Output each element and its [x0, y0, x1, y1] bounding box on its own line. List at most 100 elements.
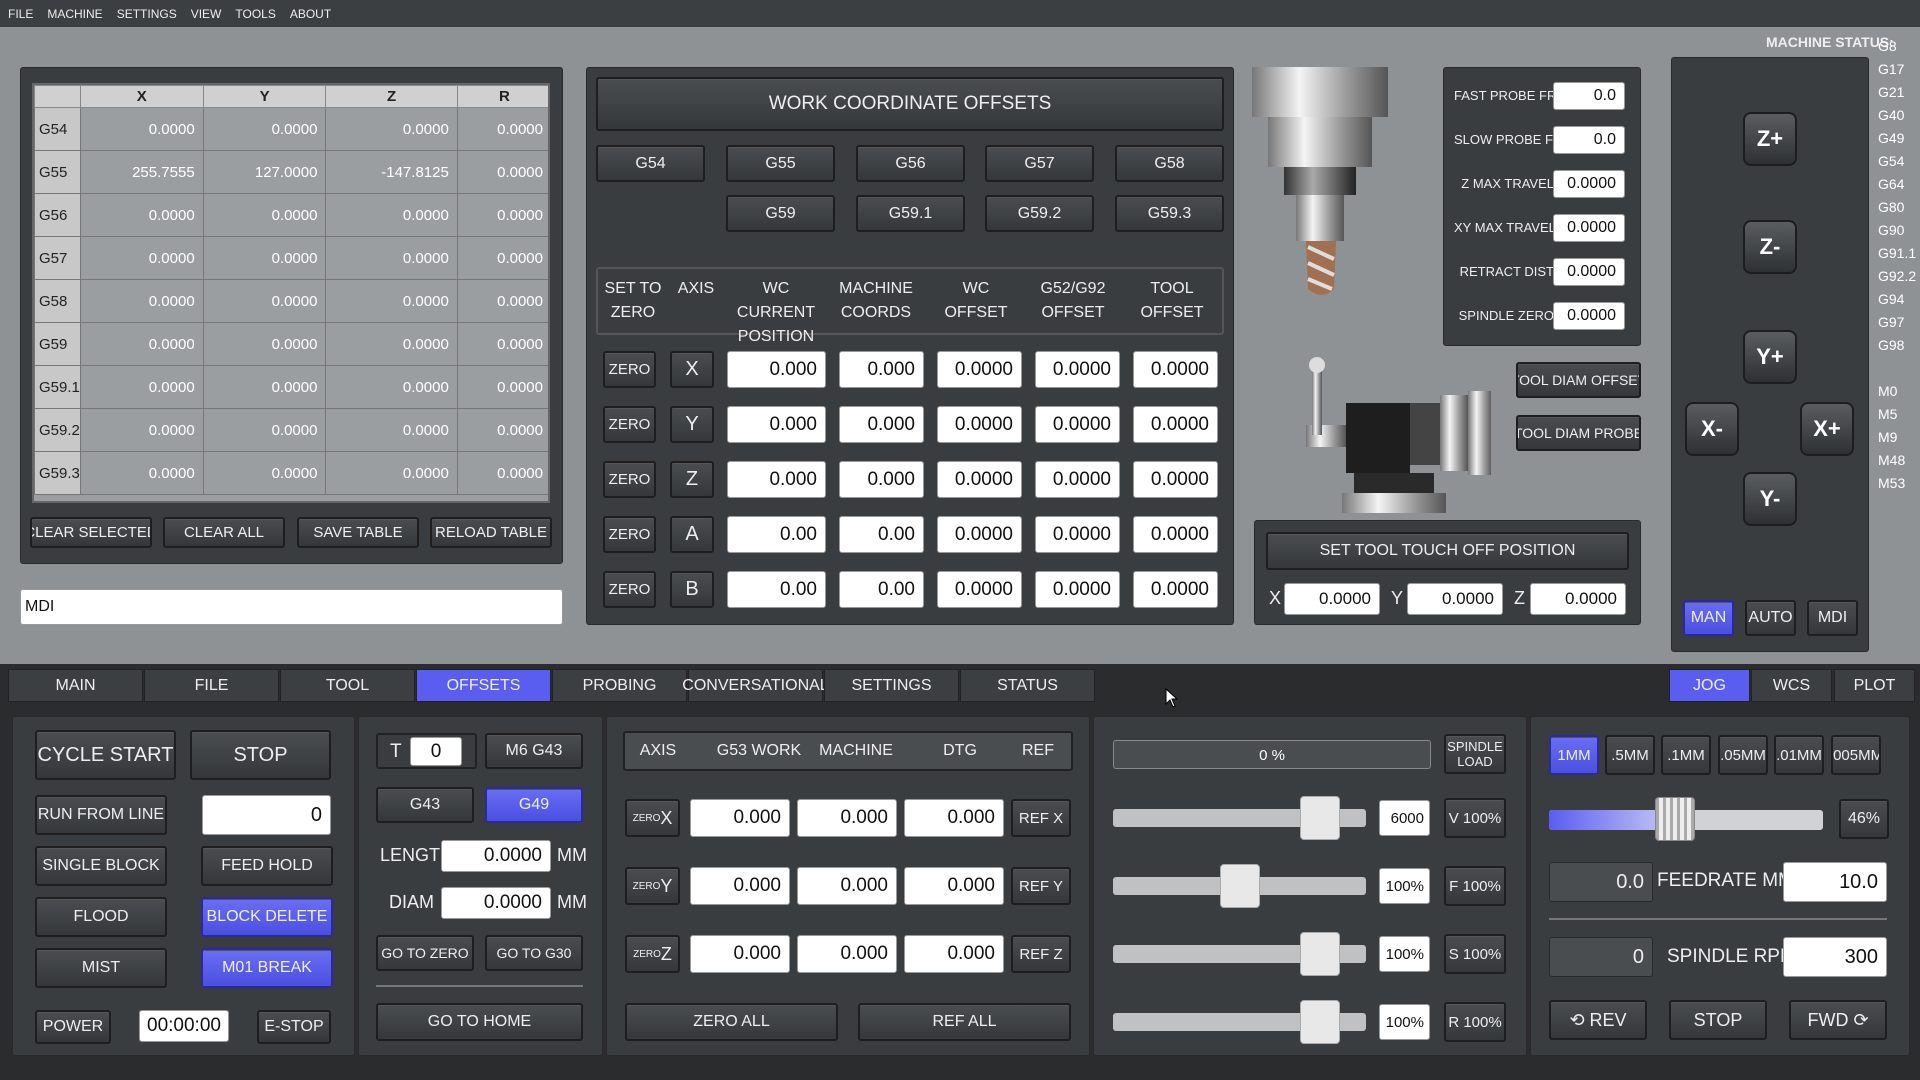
wcs-g59-2-button[interactable]: G59.2 — [985, 195, 1094, 232]
go-to-zero-button[interactable]: GO TO ZERO — [376, 935, 474, 971]
table-row[interactable]: G59.3 0.0000 0.0000 0.0000 0.0000 — [34, 451, 548, 495]
jog-x-plus-button[interactable]: X+ — [1800, 402, 1854, 456]
touchoff-z-input[interactable]: 0.0000 — [1530, 583, 1626, 615]
table-cell[interactable]: -147.8125 — [325, 150, 458, 194]
table-cell[interactable]: 0.0000 — [202, 408, 327, 452]
table-cell[interactable]: 0.0000 — [325, 236, 458, 280]
table-cell[interactable]: 0.0000 — [456, 150, 548, 194]
spindle-stop-button[interactable]: STOP — [1669, 1000, 1767, 1040]
power-button[interactable]: POWER — [35, 1010, 111, 1044]
offset-table[interactable]: X Y Z R G54 0.0000 0.0000 0.0000 0.0000 G55 25… — [32, 83, 550, 503]
feedrate-set-input[interactable]: 10.0 — [1783, 862, 1887, 902]
probe-value-input[interactable]: 0.0000 — [1553, 170, 1625, 198]
zero-a-button[interactable]: ZERO — [603, 516, 656, 553]
g52-offset-y[interactable]: 0.0000 — [1035, 406, 1120, 443]
override-rapid-knob[interactable] — [1300, 1000, 1340, 1044]
cycle-start-button[interactable]: CYCLE START — [35, 730, 176, 780]
jog-step-p005mm-button[interactable]: .005MM — [1831, 735, 1881, 775]
zero-z-button[interactable]: ZERO — [603, 461, 656, 498]
tab-offsets[interactable]: OFFSETS — [416, 669, 551, 702]
tool-number-input[interactable]: 0 — [410, 737, 462, 766]
jog-x-minus-button[interactable]: X- — [1685, 402, 1739, 456]
table-cell[interactable]: 0.0000 — [202, 451, 327, 495]
clear-selected-button[interactable]: CLEAR SELECTED — [30, 517, 152, 548]
jog-rate-knob[interactable] — [1655, 797, 1695, 841]
ref-x-button[interactable]: REF X — [1011, 799, 1071, 837]
table-cell[interactable]: 0.0000 — [456, 365, 548, 409]
table-row[interactable]: G54 0.0000 0.0000 0.0000 0.0000 — [34, 107, 548, 151]
stop-button[interactable]: STOP — [190, 730, 331, 780]
save-table-button[interactable]: SAVE TABLE — [297, 517, 419, 548]
menu-machine[interactable]: MACHINE — [47, 7, 102, 21]
table-cell[interactable]: 0.0000 — [325, 451, 458, 495]
table-cell[interactable]: 0.0000 — [79, 451, 204, 495]
jog-y-minus-button[interactable]: Y- — [1743, 472, 1797, 526]
wc-offset-z[interactable]: 0.0000 — [937, 461, 1022, 498]
table-cell[interactable]: 127.0000 — [202, 150, 327, 194]
wc-offset-x[interactable]: 0.0000 — [937, 351, 1022, 388]
table-cell[interactable]: 0.0000 — [325, 107, 458, 151]
length-value[interactable]: 0.0000 — [441, 840, 551, 872]
wcs-g56-button[interactable]: G56 — [856, 145, 965, 182]
table-row[interactable]: G58 0.0000 0.0000 0.0000 0.0000 — [34, 279, 548, 323]
mode-mdi-button[interactable]: MDI — [1807, 600, 1858, 636]
g52-offset-b[interactable]: 0.0000 — [1035, 571, 1120, 608]
probe-value-input[interactable]: 0.0 — [1553, 126, 1625, 154]
table-cell[interactable]: 0.0000 — [79, 408, 204, 452]
tab-status[interactable]: STATUS — [960, 669, 1095, 702]
table-cell[interactable]: 0.0000 — [456, 279, 548, 323]
table-cell[interactable]: 0.0000 — [79, 236, 204, 280]
tab-settings[interactable]: SETTINGS — [824, 669, 959, 702]
override-feed-reset-button[interactable]: F 100% — [1444, 866, 1506, 906]
menu-about[interactable]: ABOUT — [290, 7, 331, 21]
tab-probing[interactable]: PROBING — [552, 669, 687, 702]
table-cell[interactable]: 0.0000 — [456, 107, 548, 151]
run-from-line-input[interactable]: 0 — [202, 795, 331, 835]
table-cell[interactable]: 0.0000 — [456, 322, 548, 366]
touchoff-x-input[interactable]: 0.0000 — [1284, 583, 1380, 615]
table-cell[interactable]: 0.0000 — [79, 365, 204, 409]
wcs-g59-button[interactable]: G59 — [726, 195, 835, 232]
zero-dro-z-button[interactable]: ZERO Z — [625, 935, 680, 973]
spindle-fwd-button[interactable]: FWD ⟳ — [1789, 1000, 1887, 1040]
go-to-home-button[interactable]: GO TO HOME — [376, 1003, 583, 1041]
set-tool-touchoff-button[interactable]: SET TOOL TOUCH OFF POSITION — [1266, 532, 1629, 570]
wcs-g57-button[interactable]: G57 — [985, 145, 1094, 182]
wcs-g54-button[interactable]: G54 — [596, 145, 705, 182]
reload-table-button[interactable]: RELOAD TABLE — [430, 517, 552, 548]
g52-offset-z[interactable]: 0.0000 — [1035, 461, 1120, 498]
run-from-line-button[interactable]: RUN FROM LINE — [35, 795, 167, 835]
table-cell[interactable]: 0.0000 — [202, 322, 327, 366]
tool-offset-y[interactable]: 0.0000 — [1133, 406, 1218, 443]
jog-step-1mm-button[interactable]: 1MM — [1549, 735, 1599, 775]
wcs-g59-1-button[interactable]: G59.1 — [856, 195, 965, 232]
table-cell[interactable]: 0.0000 — [456, 451, 548, 495]
spindle-rpm-input[interactable]: 300 — [1783, 937, 1887, 977]
table-cell[interactable]: 0.0000 — [79, 107, 204, 151]
tool-offset-b[interactable]: 0.0000 — [1133, 571, 1218, 608]
m6-g43-button[interactable]: M6 G43 — [485, 733, 583, 769]
menu-file[interactable]: FILE — [8, 7, 33, 21]
jog-y-plus-button[interactable]: Y+ — [1743, 330, 1797, 384]
table-cell[interactable]: 0.0000 — [325, 279, 458, 323]
go-to-g30-button[interactable]: GO TO G30 — [485, 935, 583, 971]
mode-auto-button[interactable]: AUTO — [1745, 600, 1796, 636]
jog-step-p5mm-button[interactable]: .5MM — [1605, 735, 1655, 775]
zero-all-button[interactable]: ZERO ALL — [625, 1003, 838, 1041]
jog-z-plus-button[interactable]: Z+ — [1743, 112, 1797, 166]
tool-offset-x[interactable]: 0.0000 — [1133, 351, 1218, 388]
table-cell[interactable]: 0.0000 — [202, 107, 327, 151]
table-cell[interactable]: 255.7555 — [79, 150, 204, 194]
mode-man-button[interactable]: MAN — [1683, 600, 1734, 636]
tool-offset-z[interactable]: 0.0000 — [1133, 461, 1218, 498]
tab-wcs[interactable]: WCS — [1751, 669, 1832, 702]
zero-dro-x-button[interactable]: ZERO X — [625, 799, 680, 837]
zero-dro-y-button[interactable]: ZERO Y — [625, 867, 680, 905]
g52-offset-a[interactable]: 0.0000 — [1035, 516, 1120, 553]
wc-offset-a[interactable]: 0.0000 — [937, 516, 1022, 553]
table-cell[interactable]: 0.0000 — [325, 322, 458, 366]
table-cell[interactable]: 0.0000 — [202, 236, 327, 280]
ref-y-button[interactable]: REF Y — [1011, 867, 1071, 905]
g52-offset-x[interactable]: 0.0000 — [1035, 351, 1120, 388]
table-row[interactable]: G59.2 0.0000 0.0000 0.0000 0.0000 — [34, 408, 548, 452]
